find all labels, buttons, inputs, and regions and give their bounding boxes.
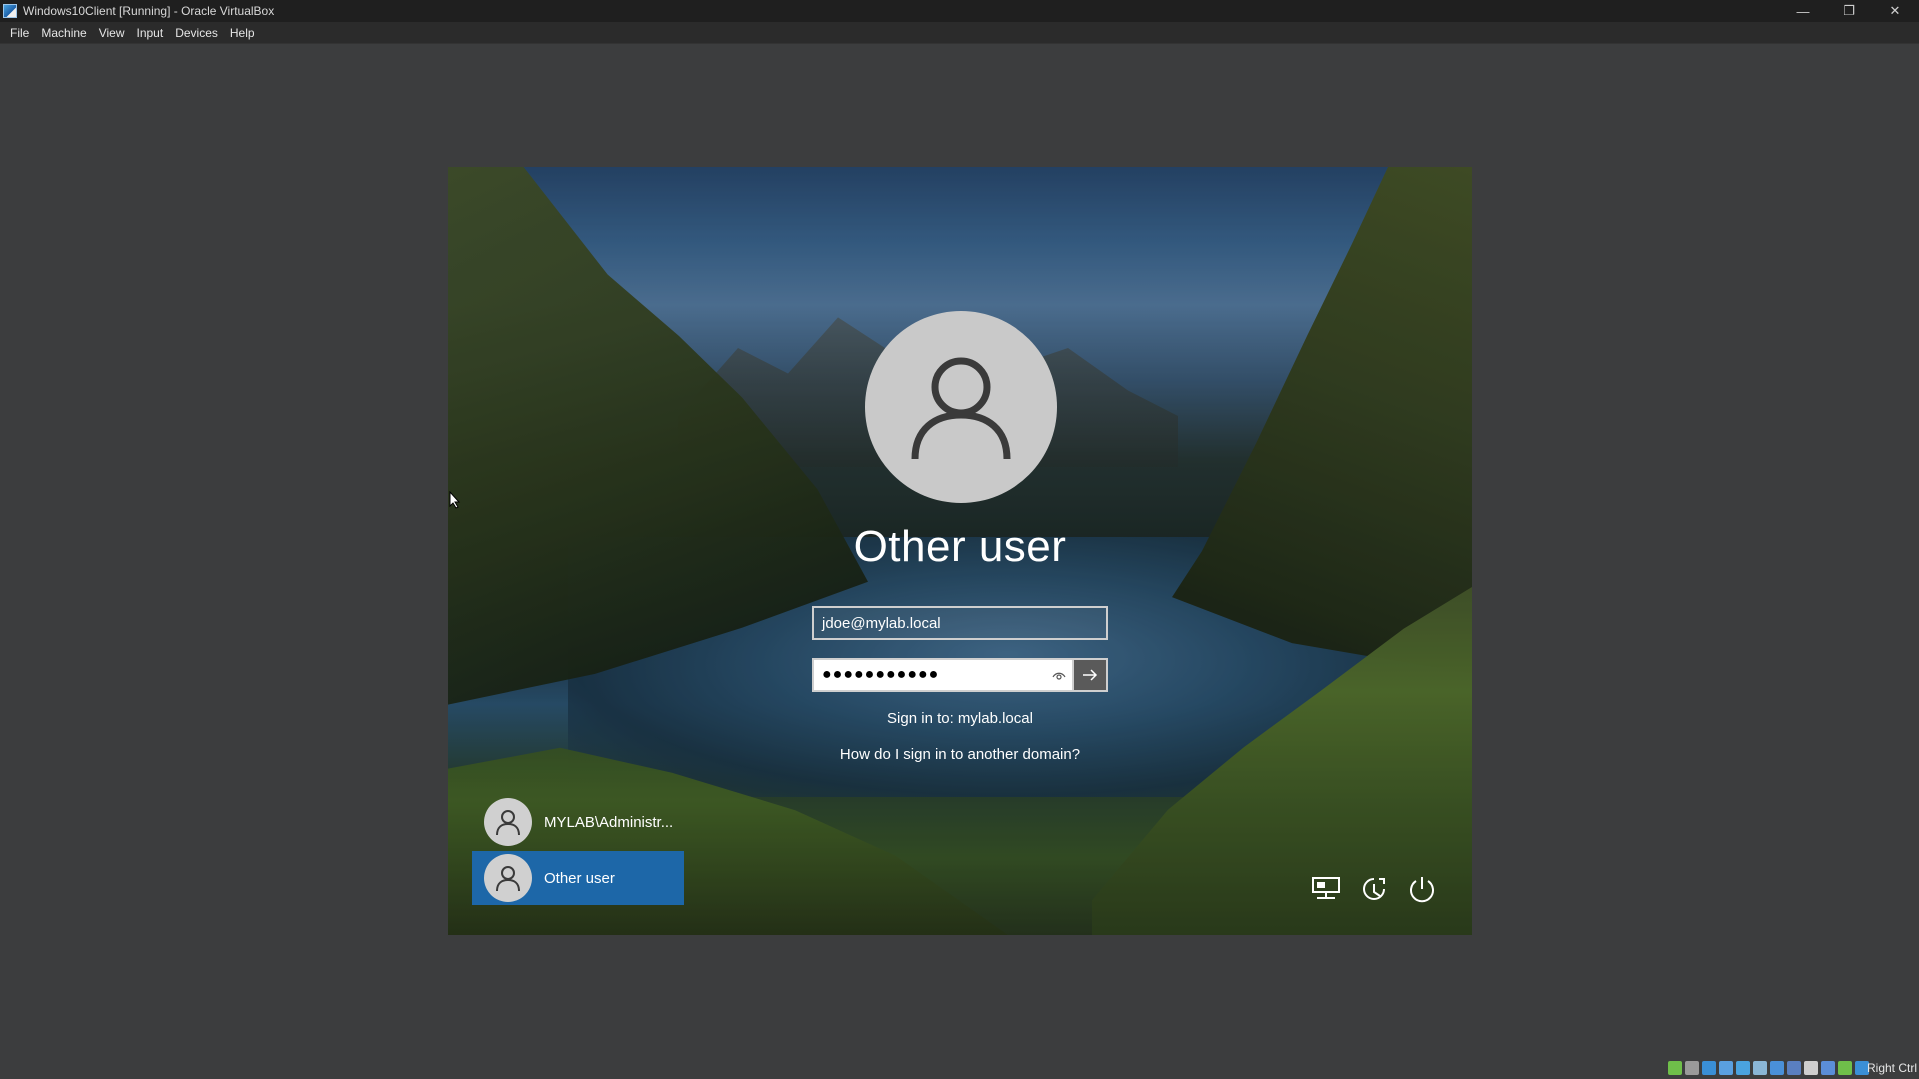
arrow-right-icon	[1083, 669, 1098, 681]
window-title: Windows10Client [Running] - Oracle Virtu…	[23, 4, 275, 18]
shared-folders-icon[interactable]	[1753, 1061, 1767, 1075]
window-title-bar: Windows10Client [Running] - Oracle Virtu…	[0, 0, 1919, 22]
user-silhouette-icon	[496, 866, 520, 892]
maximize-button[interactable]: ❐	[1826, 0, 1872, 22]
menu-devices[interactable]: Devices	[169, 22, 224, 44]
user-tile-label: MYLAB\Administr...	[544, 813, 674, 831]
menu-help[interactable]: Help	[224, 22, 261, 44]
reveal-password-icon[interactable]	[1052, 669, 1066, 683]
hard-disk-icon[interactable]	[1668, 1061, 1682, 1075]
status-icons	[1668, 1061, 1869, 1075]
minimize-button[interactable]: —	[1780, 0, 1826, 22]
submit-arrow-button[interactable]	[1074, 658, 1108, 692]
user-tile-avatar	[484, 798, 532, 846]
power-icon[interactable]	[1406, 873, 1438, 905]
video-capture-icon[interactable]	[1787, 1061, 1801, 1075]
close-button[interactable]: ✕	[1872, 0, 1918, 22]
menu-machine[interactable]: Machine	[35, 22, 92, 44]
usb-icon[interactable]	[1736, 1061, 1750, 1075]
network-icon[interactable]	[1310, 873, 1342, 905]
ease-of-access-icon[interactable]	[1358, 873, 1390, 905]
domain-help-link[interactable]: How do I sign in to another domain?	[448, 746, 1472, 763]
username-field[interactable]: jdoe@mylab.local	[812, 606, 1108, 640]
password-row: ●●●●●●●●●●●	[812, 658, 1108, 692]
user-tile-other-user[interactable]: Other user	[472, 851, 684, 905]
login-user-name: Other user	[853, 522, 1067, 571]
user-avatar-large	[865, 311, 1057, 503]
audio-icon[interactable]	[1702, 1061, 1716, 1075]
user-tile-avatar	[484, 854, 532, 902]
user-tile-administrator[interactable]: MYLAB\Administr...	[472, 795, 684, 849]
user-silhouette-icon	[911, 357, 1011, 460]
virtualbox-app-icon	[3, 4, 17, 18]
password-field[interactable]: ●●●●●●●●●●●	[812, 658, 1074, 692]
menu-file[interactable]: File	[4, 22, 35, 44]
virtualization-icon[interactable]	[1821, 1061, 1835, 1075]
user-tile-label: Other user	[544, 869, 615, 887]
status-bar: Right Ctrl	[0, 1057, 1919, 1079]
display-icon[interactable]	[1770, 1061, 1784, 1075]
menu-bar: File Machine View Input Devices Help	[0, 22, 1919, 44]
mouse-integration-icon[interactable]	[1838, 1061, 1852, 1075]
mouse-cursor-icon	[449, 491, 461, 509]
menu-input[interactable]: Input	[131, 22, 170, 44]
host-key-label: Right Ctrl	[1866, 1061, 1917, 1075]
network-adapter-icon[interactable]	[1719, 1061, 1733, 1075]
password-mask: ●●●●●●●●●●●	[822, 666, 940, 683]
optical-drive-icon[interactable]	[1685, 1061, 1699, 1075]
sign-in-to-domain: Sign in to: mylab.local	[887, 710, 1033, 727]
user-silhouette-icon	[496, 810, 520, 836]
menu-view[interactable]: View	[93, 22, 131, 44]
vm-display[interactable]: Other user jdoe@mylab.local ●●●●●●●●●●● …	[448, 167, 1472, 935]
cpu-icon[interactable]	[1804, 1061, 1818, 1075]
